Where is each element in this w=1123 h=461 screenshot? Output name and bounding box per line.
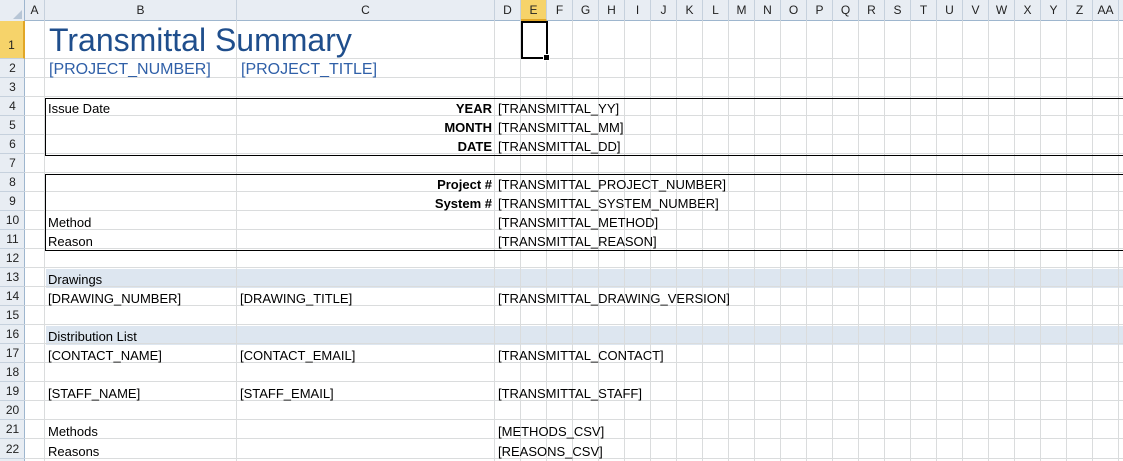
reasons-value[interactable]: [REASONS_CSV] <box>498 442 603 461</box>
column-header-t[interactable]: T <box>911 0 937 21</box>
column-header-h[interactable]: H <box>599 0 625 21</box>
column-header-n[interactable]: N <box>755 0 781 21</box>
gridline-horizontal <box>25 381 1123 382</box>
gridline-horizontal <box>25 324 1123 325</box>
row-header-3[interactable]: 3 <box>0 78 25 97</box>
column-header-a[interactable]: A <box>25 0 45 21</box>
distribution-heading[interactable]: Distribution List <box>48 327 137 346</box>
column-header-o[interactable]: O <box>781 0 807 21</box>
month-label[interactable]: MONTH <box>240 118 492 137</box>
column-header-v[interactable]: V <box>963 0 989 21</box>
reasons-label[interactable]: Reasons <box>48 442 99 461</box>
issue-date-label[interactable]: Issue Date <box>48 99 110 118</box>
select-all-button[interactable] <box>0 0 25 21</box>
column-header-b[interactable]: B <box>45 0 237 21</box>
methods-label[interactable]: Methods <box>48 422 98 441</box>
page-title[interactable]: Transmittal Summary <box>49 21 352 59</box>
column-header-w[interactable]: W <box>989 0 1015 21</box>
gridline-horizontal <box>25 267 1123 268</box>
column-header-x[interactable]: X <box>1015 0 1041 21</box>
system-label[interactable]: System # <box>240 194 492 213</box>
year-value[interactable]: [TRANSMITTAL_YY] <box>498 99 619 118</box>
row-header-4[interactable]: 4 <box>0 97 25 116</box>
method-value[interactable]: [TRANSMITTAL_METHOD] <box>498 213 658 232</box>
row-header-15[interactable]: 15 <box>0 306 25 325</box>
row-header-7[interactable]: 7 <box>0 154 25 173</box>
contact-name-cell[interactable]: [CONTACT_NAME] <box>48 346 162 365</box>
gridline-horizontal <box>25 96 1123 97</box>
column-header-c[interactable]: C <box>237 0 495 21</box>
project-title-cell[interactable]: [PROJECT_TITLE] <box>241 60 377 80</box>
column-header-d[interactable]: D <box>495 0 521 21</box>
column-header-g[interactable]: G <box>573 0 599 21</box>
methods-value[interactable]: [METHODS_CSV] <box>498 422 604 441</box>
row-header-2[interactable]: 2 <box>0 59 25 78</box>
column-header-e[interactable]: E <box>521 0 547 21</box>
column-header-i[interactable]: I <box>625 0 651 21</box>
date-value[interactable]: [TRANSMITTAL_DD] <box>498 137 621 156</box>
row-header-5[interactable]: 5 <box>0 116 25 135</box>
month-value[interactable]: [TRANSMITTAL_MM] <box>498 118 623 137</box>
column-header-q[interactable]: Q <box>833 0 859 21</box>
reason-value[interactable]: [TRANSMITTAL_REASON] <box>498 232 657 251</box>
row-header-1[interactable]: 1 <box>0 21 25 59</box>
project-number-cell[interactable]: [PROJECT_NUMBER] <box>49 60 211 80</box>
row-header-16[interactable]: 16 <box>0 325 25 344</box>
drawing-number-cell[interactable]: [DRAWING_NUMBER] <box>48 289 181 308</box>
drawing-version-cell[interactable]: [TRANSMITTAL_DRAWING_VERSION] <box>498 289 730 308</box>
method-label[interactable]: Method <box>48 213 91 232</box>
row-header-21[interactable]: 21 <box>0 420 25 439</box>
column-header-r[interactable]: R <box>859 0 885 21</box>
column-header-z[interactable]: Z <box>1067 0 1093 21</box>
date-label[interactable]: DATE <box>240 137 492 156</box>
gridline-horizontal <box>25 286 1123 287</box>
row-header-20[interactable]: 20 <box>0 401 25 420</box>
active-cell-selection[interactable] <box>521 21 550 61</box>
gridline-horizontal <box>25 343 1123 344</box>
column-header-j[interactable]: J <box>651 0 677 21</box>
staff-name-cell[interactable]: [STAFF_NAME] <box>48 384 140 403</box>
column-header-f[interactable]: F <box>547 0 573 21</box>
transmittal-contact-cell[interactable]: [TRANSMITTAL_CONTACT] <box>498 346 664 365</box>
column-header-s[interactable]: S <box>885 0 911 21</box>
column-header-u[interactable]: U <box>937 0 963 21</box>
year-label[interactable]: YEAR <box>240 99 492 118</box>
reason-label[interactable]: Reason <box>48 232 93 251</box>
staff-email-cell[interactable]: [STAFF_EMAIL] <box>240 384 334 403</box>
row-header-9[interactable]: 9 <box>0 192 25 211</box>
row-header-11[interactable]: 11 <box>0 230 25 249</box>
gridline-horizontal <box>25 419 1123 420</box>
contact-email-cell[interactable]: [CONTACT_EMAIL] <box>240 346 355 365</box>
row-header-22[interactable]: 22 <box>0 439 25 459</box>
row-header-14[interactable]: 14 <box>0 287 25 306</box>
project-value[interactable]: [TRANSMITTAL_PROJECT_NUMBER] <box>498 175 726 194</box>
column-header-y[interactable]: Y <box>1041 0 1067 21</box>
column-header-m[interactable]: M <box>729 0 755 21</box>
row-header-19[interactable]: 19 <box>0 382 25 401</box>
row-header-6[interactable]: 6 <box>0 135 25 154</box>
system-value[interactable]: [TRANSMITTAL_SYSTEM_NUMBER] <box>498 194 719 213</box>
column-header-l[interactable]: L <box>703 0 729 21</box>
row-header-10[interactable]: 10 <box>0 211 25 230</box>
gridline-horizontal <box>25 172 1123 173</box>
row-header-18[interactable]: 18 <box>0 363 25 382</box>
column-header-aa[interactable]: AA <box>1093 0 1119 21</box>
cell-grid[interactable]: Transmittal Summary [PROJECT_NUMBER] [PR… <box>25 21 1123 461</box>
project-label[interactable]: Project # <box>240 175 492 194</box>
row-header-8[interactable]: 8 <box>0 173 25 192</box>
column-header-k[interactable]: K <box>677 0 703 21</box>
column-header-p[interactable]: P <box>807 0 833 21</box>
drawings-heading[interactable]: Drawings <box>48 270 102 289</box>
transmittal-staff-cell[interactable]: [TRANSMITTAL_STAFF] <box>498 384 642 403</box>
row-header-17[interactable]: 17 <box>0 344 25 363</box>
row-header-13[interactable]: 13 <box>0 268 25 287</box>
drawing-title-cell[interactable]: [DRAWING_TITLE] <box>240 289 352 308</box>
row-header-12[interactable]: 12 <box>0 249 25 268</box>
spreadsheet: A B C D E F G H I J K L M N O P Q R S T U V W X Y Z AA 1 2 3 4 5 6 7 8 9 10… <box>0 0 1123 461</box>
